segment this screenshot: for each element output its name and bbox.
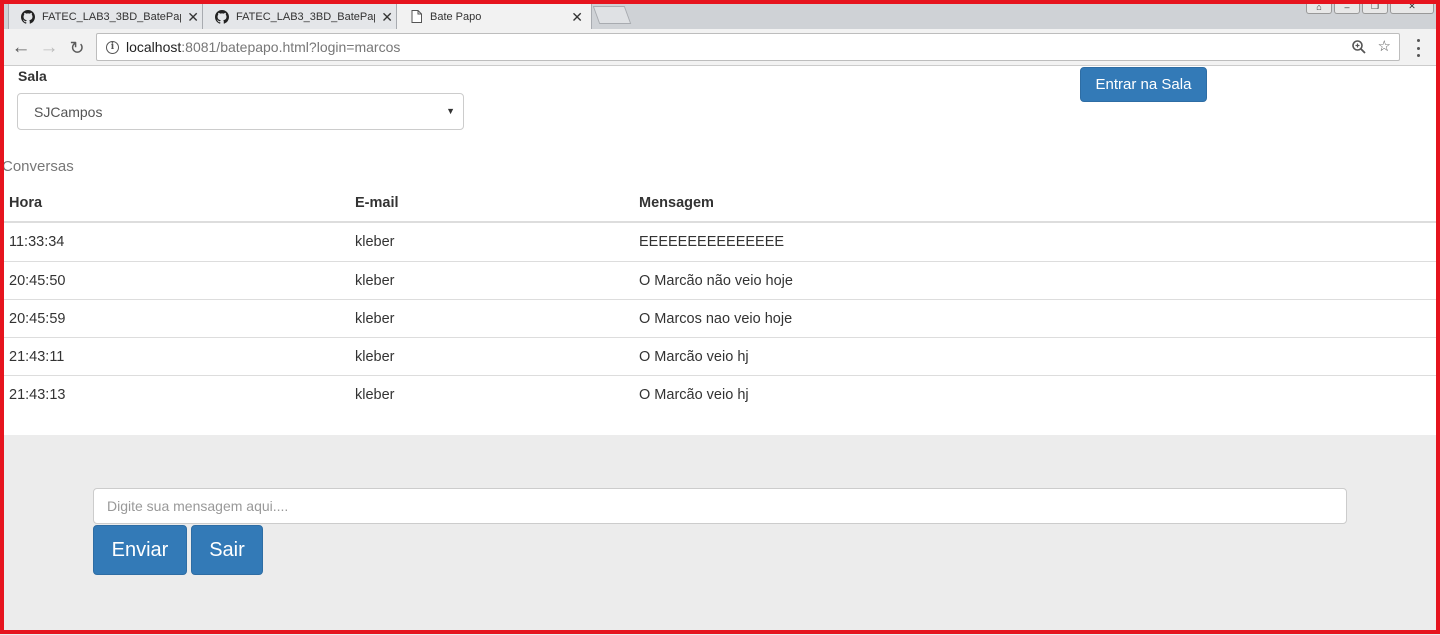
cell-mensagem: O Marcão veio hj [639, 348, 749, 365]
enter-room-button[interactable]: Entrar na Sala [1080, 67, 1207, 102]
address-bar[interactable]: i localhost:8081/batepapo.html?login=mar… [96, 33, 1400, 61]
column-header-mensagem: Mensagem [639, 194, 714, 211]
new-tab-button[interactable] [592, 6, 632, 24]
tab-title: FATEC_LAB3_3BD_BatePap [236, 10, 376, 23]
close-icon[interactable]: ✕ [381, 10, 393, 24]
url-path: :8081/batepapo.html?login=marcos [181, 39, 401, 55]
message-input[interactable] [93, 488, 1347, 524]
window-controls: ⌂ – ❐ ✕ [1306, 0, 1434, 14]
cell-email: kleber [355, 234, 395, 250]
column-header-hora: Hora [9, 194, 43, 211]
forward-arrow-icon[interactable]: → [38, 37, 60, 59]
browser-toolbar: ← → ↻ i localhost:8081/batepapo.html?log… [0, 29, 1440, 66]
github-icon [215, 9, 229, 24]
github-icon [21, 9, 35, 24]
page-icon [409, 10, 423, 24]
cell-email: kleber [355, 348, 395, 365]
chevron-down-icon: ▼ [446, 106, 455, 116]
cell-hora: 20:45:59 [9, 310, 66, 327]
url-host: localhost [126, 39, 182, 55]
tab-title: FATEC_LAB3_3BD_BatePap [42, 10, 182, 23]
page-content: Sala SJCampos ▼ Entrar na Sala Conversas… [0, 66, 1440, 635]
browser-tab-2[interactable]: FATEC_LAB3_3BD_BatePap ✕ [202, 3, 402, 29]
table-row: 20:45:59 kleber O Marcos nao veio hoje [0, 299, 1440, 337]
reload-icon[interactable]: ↻ [66, 37, 88, 59]
star-icon[interactable]: ☆ [1378, 39, 1391, 54]
cell-hora: 20:45:50 [9, 272, 66, 289]
cell-mensagem: O Marcão veio hj [639, 386, 749, 403]
browser-tab-strip: FATEC_LAB3_3BD_BatePap ✕ FATEC_LAB3_3BD_… [0, 0, 1440, 29]
cell-email: kleber [355, 310, 395, 327]
room-select[interactable]: SJCampos ▼ [17, 93, 464, 130]
tab-title: Bate Papo [430, 10, 482, 23]
table-row: 11:33:34 kleber EEEEEEEEEEEEEEE [0, 223, 1440, 261]
back-arrow-icon[interactable]: ← [10, 37, 32, 59]
table-row: 21:43:13 kleber O Marcão veio hj [0, 375, 1440, 413]
zoom-icon[interactable] [1351, 40, 1366, 54]
room-label: Sala [18, 68, 47, 84]
cell-mensagem: O Marcos nao veio hoje [639, 310, 793, 327]
restore-icon[interactable]: ❐ [1362, 0, 1388, 14]
table-header: Hora E-mail Mensagem [0, 184, 1440, 223]
cell-email: kleber [355, 386, 395, 403]
room-select-value: SJCampos [34, 103, 103, 120]
cell-mensagem: EEEEEEEEEEEEEEE [639, 234, 785, 250]
table-row: 20:45:50 kleber O Marcão não veio hoje [0, 261, 1440, 299]
user-icon[interactable]: ⌂ [1306, 0, 1332, 14]
close-icon[interactable]: ✕ [571, 10, 583, 24]
cell-hora: 21:43:11 [9, 348, 65, 365]
close-icon[interactable]: ✕ [187, 10, 199, 24]
cell-hora: 21:43:13 [9, 386, 66, 403]
cell-email: kleber [355, 272, 395, 289]
browser-tab-3[interactable]: Bate Papo ✕ [396, 3, 592, 29]
table-row: 21:43:11 kleber O Marcão veio hj [0, 337, 1440, 375]
column-header-email: E-mail [355, 194, 399, 211]
exit-button[interactable]: Sair [191, 525, 263, 575]
messages-table: Hora E-mail Mensagem 11:33:34 kleber EEE… [0, 184, 1440, 413]
browser-tab-1[interactable]: FATEC_LAB3_3BD_BatePap ✕ [8, 3, 208, 29]
cell-hora: 11:33:34 [9, 234, 65, 250]
info-icon[interactable]: i [106, 40, 119, 54]
minimize-icon[interactable]: – [1334, 0, 1360, 14]
send-button[interactable]: Enviar [93, 525, 187, 575]
cell-mensagem: O Marcão não veio hoje [639, 272, 793, 289]
conversations-title: Conversas [2, 158, 74, 175]
message-composer: Enviar Sair [0, 435, 1440, 635]
close-window-icon[interactable]: ✕ [1390, 0, 1434, 14]
menu-icon[interactable] [1411, 39, 1425, 57]
